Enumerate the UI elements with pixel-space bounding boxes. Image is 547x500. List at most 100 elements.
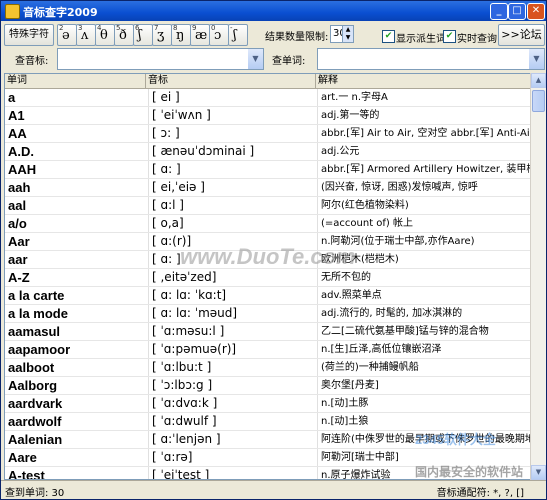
column-header-definition[interactable]: 解释 (316, 74, 528, 88)
cell-word: A.D. (8, 144, 34, 159)
cell-definition: 乙二[二硫代氨基甲酸]锰与锌的混合物 (317, 323, 530, 340)
cell-phonetic: [ ˈɑ:rə] (148, 449, 318, 466)
close-button[interactable]: ✕ (527, 3, 545, 20)
table-row[interactable]: a [ ei ] art.一 n.字母A (5, 89, 530, 107)
cell-definition: n.[生]丘泽,高低位镶嵌沼泽 (317, 341, 530, 358)
maximize-button[interactable]: □ (508, 3, 526, 20)
scroll-up-icon[interactable]: ▲ (531, 73, 546, 88)
table-row[interactable]: aamasul [ ˈɑ:məsu:l ] 乙二[二硫代氨基甲酸]锰与锌的混合物 (5, 323, 530, 341)
symbol-button[interactable]: 0ɔ (209, 24, 229, 46)
scroll-thumb[interactable] (532, 90, 545, 112)
limit-spinner[interactable]: 30 ▲ ▼ (330, 25, 354, 43)
symbol-button[interactable]: 9æ (190, 24, 210, 46)
table-row[interactable]: AA [ ɔ: ] abbr.[军] Air to Air, 空对空 abbr.[军… (5, 125, 530, 143)
cell-phonetic: [ ɑ: lɑ: ˈkɑ:t] (148, 287, 318, 304)
cell-word: aardvark (8, 396, 63, 411)
cell-definition: 欧洲桤木(桤桤木) (317, 251, 530, 268)
table-row[interactable]: AAH [ ɑ: ] abbr.[军] Armored Artillery Howi… (5, 161, 530, 179)
special-chars-button[interactable]: 特殊字符 (4, 24, 54, 46)
cell-word: A-test (8, 468, 45, 480)
table-row[interactable]: Aalenian [ ɑ:ˈlenjən ] 阿连阶(中侏罗世的最早期或下侏罗世的最… (5, 431, 530, 449)
table-row[interactable]: aar [ ɑ: ] 欧洲桤木(桤桤木) (5, 251, 530, 269)
table-row[interactable]: aah [ ei,ˈeiə ] (因兴奋, 惊讶, 困惑)发惊喊声, 惊呼 (5, 179, 530, 197)
cell-phonetic: [ ˈeiˈtest ] (148, 467, 318, 479)
chevron-down-icon[interactable]: ▼ (529, 49, 544, 69)
table-row[interactable]: A1 [ ˈeiˈwʌn ] adj.第一等的 (5, 107, 530, 125)
cell-definition: 阿勒河[瑞士中部] (317, 449, 530, 466)
symbol-button[interactable]: 2ə (57, 24, 77, 46)
scroll-down-icon[interactable]: ▼ (531, 465, 546, 480)
column-header-word[interactable]: 单词 (5, 74, 146, 88)
table-row[interactable]: a la mode [ ɑ: lɑ: ˈməud] adj.流行的, 时髦的, 加冰… (5, 305, 530, 323)
table-row[interactable]: aardvark [ ˈɑ:dvɑ:k ] n.[动]土豚 (5, 395, 530, 413)
minimize-button[interactable]: _ (490, 3, 508, 20)
symbol-button[interactable]: 4θ (95, 24, 115, 46)
cell-word: Aar (8, 234, 30, 249)
table-body: a[ ei ] art.一 n.字母A A1[ ˈeiˈwʌn ] adj.第一等的 A… (5, 89, 530, 480)
table-header: 单词 音标 解释 (5, 74, 530, 89)
cell-phonetic: [ ei,ˈeiə ] (148, 179, 318, 196)
table-row[interactable]: A-test [ ˈeiˈtest ] n.原子爆炸试验 (5, 467, 530, 480)
phonetic-search-combo[interactable]: ▼ (57, 48, 264, 70)
cell-word: aal (8, 198, 27, 213)
cell-word: aalboot (8, 360, 55, 375)
cell-word: A-Z (8, 270, 30, 285)
cell-word: A1 (8, 108, 25, 123)
symbol-button[interactable]: 3ʌ (76, 24, 96, 46)
cell-definition: (=account of) 帐上 (317, 215, 530, 232)
cell-phonetic: [ ˈɑ:pəmuə(r)] (148, 341, 318, 358)
show-phonetic-checkbox[interactable]: ✔ (382, 30, 395, 43)
cell-phonetic: [ ɑ: ] (148, 161, 318, 178)
cell-definition: n.阿勒河(位于瑞士中部,亦作Aare) (317, 233, 530, 250)
cell-word: aardwolf (8, 414, 62, 429)
live-search-checkbox[interactable]: ✔ (443, 30, 456, 43)
symbol-glyph: ʌ (81, 28, 89, 43)
cell-definition: n.原子爆炸试验 (317, 467, 530, 479)
word-search-label: 查单词: (272, 56, 306, 67)
symbol-button[interactable]: 8ŋ (171, 24, 191, 46)
table-row[interactable]: aal [ ɑ:l ] 阿尔(红色植物染料) (5, 197, 530, 215)
vertical-scrollbar[interactable]: ▲ ▼ (530, 73, 546, 480)
title-bar[interactable]: 音标查字2009 _ □ ✕ (1, 1, 546, 21)
cell-definition: art.一 n.字母A (317, 89, 530, 106)
cell-word: Aalenian (8, 432, 63, 447)
table-row[interactable]: A-Z [ ,eitəˈzed] 无所不包的 (5, 269, 530, 287)
table-row[interactable]: aapamoor [ ˈɑ:pəmuə(r)] n.[生]丘泽,高低位镶嵌沼泽 (5, 341, 530, 359)
table-row[interactable]: a/o [ o,a] (=account of) 帐上 (5, 215, 530, 233)
symbol-button[interactable]: 6ʃ (133, 24, 153, 46)
spin-up-icon[interactable]: ▲ (342, 26, 353, 34)
spin-down-icon[interactable]: ▼ (342, 34, 353, 42)
cell-definition: adj.第一等的 (317, 107, 530, 124)
cell-word: AAH (8, 162, 37, 177)
symbol-button[interactable]: 7ʒ (152, 24, 172, 46)
cell-definition: 阿连阶(中侏罗世的最早期或下侏罗世的最晚期地层) (317, 431, 530, 448)
symbol-button[interactable]: 5ð (114, 24, 134, 46)
cell-definition: 奥尔堡[丹麦] (317, 377, 530, 394)
column-header-phonetic[interactable]: 音标 (146, 74, 316, 88)
table-row[interactable]: A.D. [ ænəuˈdɔminai ] adj.公元 (5, 143, 530, 161)
cell-definition: 无所不包的 (317, 269, 530, 286)
chevron-down-icon[interactable]: ▼ (248, 49, 263, 69)
status-match-rule: 音标通配符: *, ?, [] (436, 488, 524, 499)
cell-phonetic: [ ˈɑ:dwulf ] (148, 413, 318, 430)
cell-phonetic: [ ˈeiˈwʌn ] (148, 107, 318, 124)
table-row[interactable]: a la carte [ ɑ: lɑ: ˈkɑ:t] adv.照菜单点 (5, 287, 530, 305)
table-row[interactable]: Aare [ ˈɑ:rə] 阿勒河[瑞士中部] (5, 449, 530, 467)
status-bar: 查到单词: 30 音标通配符: *, ?, [] (1, 480, 546, 499)
symbol-glyph: ʒ (157, 28, 165, 43)
cell-definition: abbr.[军] Air to Air, 空对空 abbr.[军] Anti-A… (317, 125, 530, 142)
forum-button[interactable]: >>论坛 (498, 24, 545, 46)
symbol-button[interactable]: -ʃ (228, 24, 248, 46)
cell-phonetic: [ ,eitəˈzed] (148, 269, 318, 286)
cell-word: Aalborg (8, 378, 58, 393)
table-row[interactable]: Aalborg [ ˈɔ:lbɔ:g ] 奥尔堡[丹麦] (5, 377, 530, 395)
app-window: 音标查字2009 _ □ ✕ 特殊字符 2ə3ʌ4θ5ð6ʃ7ʒ8ŋ9æ0ɔ-ʃ… (0, 0, 547, 500)
table-row[interactable]: Aar [ ɑ:(r)] n.阿勒河(位于瑞士中部,亦作Aare) (5, 233, 530, 251)
word-search-combo[interactable]: ▼ (317, 48, 545, 70)
table-row[interactable]: aalboot [ ˈɑ:lbu:t ] (荷兰的)一种捕鳗帆船 (5, 359, 530, 377)
cell-phonetic: [ ɑ: lɑ: ˈməud] (148, 305, 318, 322)
phonetic-search-label: 查音标: (15, 56, 49, 67)
table-row[interactable]: aardwolf [ ˈɑ:dwulf ] n.[动]土狼 (5, 413, 530, 431)
cell-phonetic: [ ˈɑ:məsu:l ] (148, 323, 318, 340)
cell-word: AA (8, 126, 27, 141)
